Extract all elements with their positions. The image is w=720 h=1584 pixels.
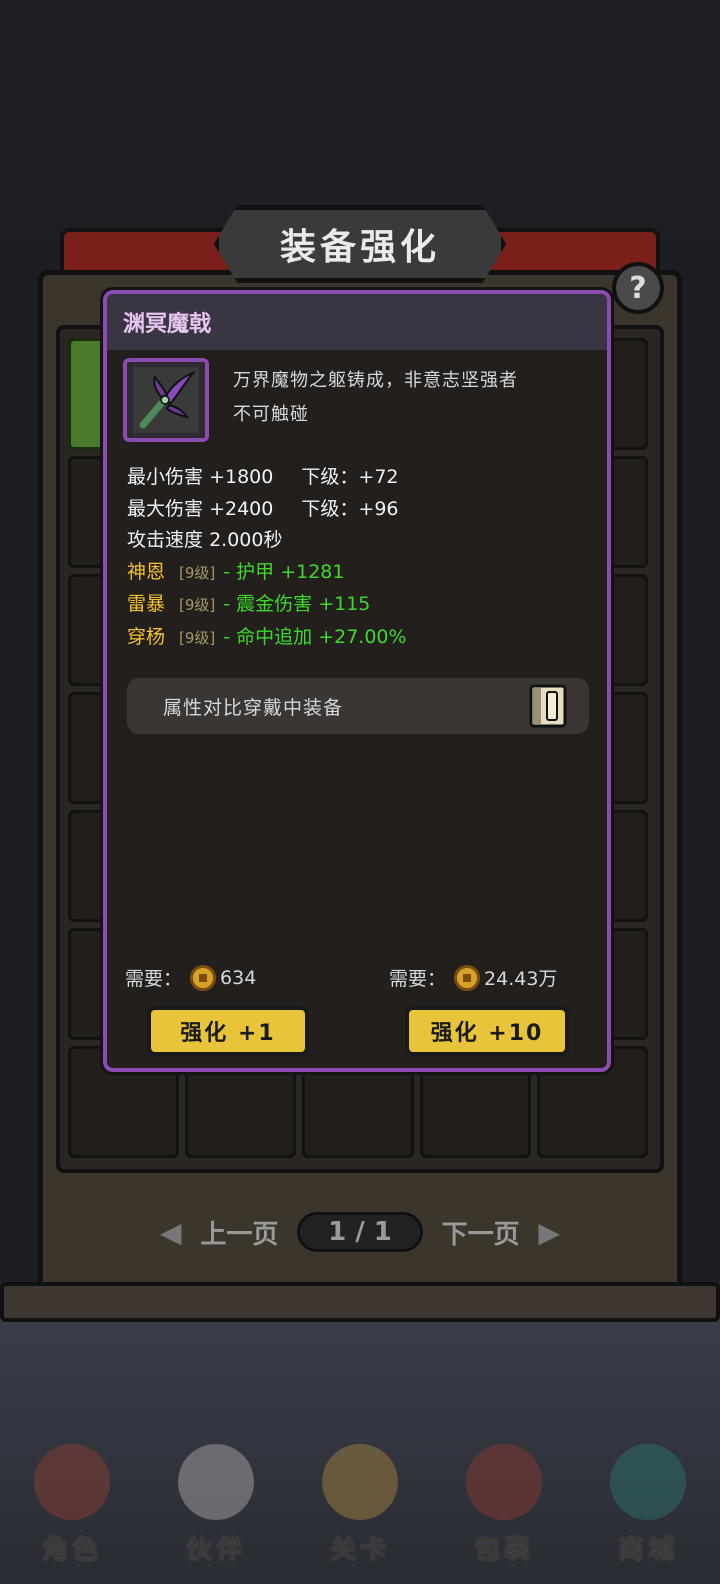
affix-name: 穿杨: [127, 625, 166, 648]
cost-label: 需要：: [389, 968, 447, 990]
affix-row: 神恩 [9级] - 护甲 +1281: [127, 557, 597, 590]
nav-label: 包裹: [473, 1535, 534, 1565]
stat-row: 攻击速度 2.000秒: [127, 525, 597, 557]
coin-icon: [454, 964, 481, 991]
stat-next-label: 下级：: [301, 466, 359, 488]
affix-name: 雷暴: [127, 593, 166, 615]
shop-icon: [610, 1444, 686, 1520]
bag-icon: [466, 1444, 542, 1520]
stat-next-value: +72: [358, 466, 399, 488]
title-plate: 装备强化: [214, 205, 506, 283]
cost-plus10: 需要： 24.43万: [389, 964, 557, 991]
partner-icon: [178, 1444, 254, 1520]
cost-plus1: 需要： 634: [125, 964, 256, 991]
affix-level: [9级]: [179, 596, 216, 614]
coin-icon: [190, 964, 217, 991]
nav-label: 关卡: [329, 1535, 390, 1565]
cost-value: 634: [220, 966, 257, 989]
cost-label: 需要：: [125, 968, 183, 990]
description-line: 万界魔物之躯铸成，非意志坚强者: [233, 370, 518, 391]
affix-effect: - 护甲 +1281: [223, 560, 345, 583]
stat-row: 最小伤害 +1800 下级：+72: [127, 462, 597, 494]
nav-label: 角色: [41, 1535, 102, 1565]
popup-header: 渊冥魔戟: [107, 294, 607, 350]
nav-label: 伙伴: [185, 1535, 246, 1565]
affix-effect: - 命中追加 +27.00%: [223, 625, 407, 648]
stat-label: 最大伤害: [127, 497, 204, 520]
pager: ◀ 上一页 1 / 1 下一页 ▶: [160, 1210, 560, 1254]
compare-equipped-button[interactable]: 属性对比穿戴中装备: [127, 678, 589, 734]
stat-row: 最大伤害 +2400 下级：+96: [127, 494, 597, 526]
upgrade-plus1-button[interactable]: 强化 +1: [147, 1006, 309, 1056]
page-indicator: 1 / 1: [297, 1212, 423, 1252]
arrow-right-icon[interactable]: ▶: [538, 1216, 560, 1249]
item-description: 万界魔物之躯铸成，非意志坚强者 不可触碰: [233, 364, 593, 432]
help-button[interactable]: ?: [612, 262, 664, 314]
page-title: 装备强化: [279, 227, 440, 268]
affix-row: 雷暴 [9级] - 震金伤害 +115: [127, 589, 597, 622]
cost-value: 24.43万: [484, 968, 558, 990]
upgrade-plus10-button[interactable]: 强化 +10: [405, 1006, 569, 1056]
item-icon-frame: [123, 358, 209, 442]
arrow-left-icon[interactable]: ◀: [160, 1216, 182, 1249]
affix-level: [9级]: [179, 628, 216, 647]
question-icon: ?: [629, 270, 647, 306]
nav-item-bag[interactable]: 包裹: [444, 1436, 564, 1566]
affix-name: 神恩: [127, 560, 166, 583]
nav-item-shop[interactable]: 商城: [588, 1436, 708, 1566]
item-detail-popup: 渊冥魔戟 万界魔物之躯铸成，非意志坚强者 不可触碰 最小伤害 +1800 下级：…: [103, 290, 611, 1072]
compare-label: 属性对比穿戴中装备: [163, 696, 344, 719]
description-line: 不可触碰: [233, 404, 309, 425]
stat-next-label: 下级：: [301, 497, 359, 520]
stat-label: 最小伤害: [127, 466, 204, 488]
book-icon: [529, 684, 567, 728]
stat-label: 攻击速度: [127, 529, 204, 551]
stat-value: 2.000秒: [209, 529, 283, 551]
nav-item-partner[interactable]: 伙伴: [156, 1436, 276, 1566]
stat-value: +2400: [209, 497, 274, 520]
next-page-button[interactable]: 下一页: [442, 1214, 520, 1251]
affix-row: 穿杨 [9级] - 命中追加 +27.00%: [127, 622, 597, 655]
stat-value: +1800: [209, 466, 274, 488]
halberd-icon: [133, 367, 199, 433]
nav-item-stage[interactable]: 关卡: [300, 1436, 420, 1566]
item-name: 渊冥魔戟: [123, 312, 212, 337]
scroll-bottom-rod: [0, 1282, 720, 1322]
prev-page-button[interactable]: 上一页: [200, 1214, 278, 1251]
item-stats: 最小伤害 +1800 下级：+72 最大伤害 +2400 下级：+96 攻击速度…: [127, 462, 597, 654]
affix-effect: - 震金伤害 +115: [223, 593, 371, 615]
affix-level: [9级]: [179, 563, 216, 582]
character-icon: [34, 1444, 110, 1520]
bottom-nav: 角色 伙伴 关卡 包裹 商城: [0, 1432, 720, 1584]
nav-item-character[interactable]: 角色: [12, 1436, 132, 1566]
background-top: [0, 0, 720, 240]
nav-label: 商城: [617, 1535, 678, 1565]
stat-next-value: +96: [358, 497, 399, 520]
stage-icon: [322, 1444, 398, 1520]
